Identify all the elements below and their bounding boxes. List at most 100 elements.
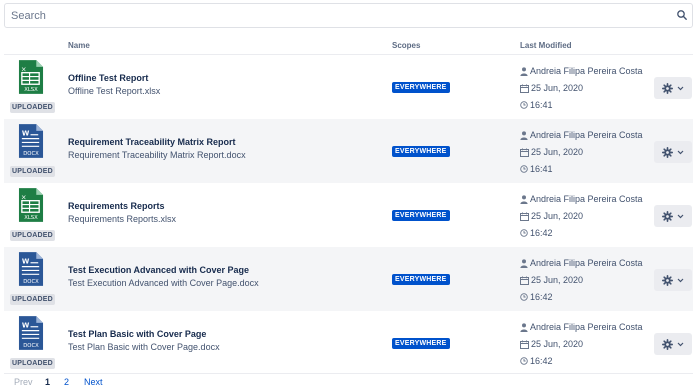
docx-file-icon: W DOCX — [18, 124, 44, 158]
date-text: 25 Jun, 2020 — [531, 211, 584, 221]
file-type-label: XLSX — [24, 215, 38, 221]
time-text: 16:42 — [530, 356, 553, 366]
uploaded-badge: UPLOADED — [10, 358, 55, 369]
search-icon[interactable] — [676, 9, 688, 21]
gear-icon — [662, 338, 673, 350]
calendar-icon — [520, 340, 529, 349]
calendar-icon — [520, 148, 529, 157]
last-modified-date: 25 Jun, 2020 — [520, 339, 583, 349]
scope-badge: EVERYWHERE — [392, 82, 450, 93]
date-text: 25 Jun, 2020 — [531, 339, 584, 349]
last-modified-time: 16:42 — [520, 292, 553, 302]
svg-text:W: W — [22, 130, 30, 138]
row-actions-button[interactable] — [654, 77, 692, 99]
clock-icon — [520, 165, 528, 173]
template-filename: Offline Test Report.xlsx — [68, 86, 161, 96]
last-modified-time: 16:42 — [520, 356, 553, 366]
user-name: Andreia Filipa Pereira Costa — [530, 322, 643, 332]
search-input[interactable] — [5, 4, 692, 27]
template-title[interactable]: Test Plan Basic with Cover Page — [68, 329, 206, 339]
xlsx-file-icon: × XLSX — [18, 60, 44, 94]
template-title[interactable]: Offline Test Report — [68, 73, 148, 83]
last-modified-user: Andreia Filipa Pereira Costa — [520, 66, 643, 76]
search-bar — [4, 3, 693, 28]
row-actions-button[interactable] — [654, 269, 692, 291]
gear-icon — [662, 274, 673, 286]
date-text: 25 Jun, 2020 — [531, 83, 584, 93]
last-modified-time: 16:42 — [520, 228, 553, 238]
file-type-label: XLSX — [24, 87, 38, 93]
pagination-page-2[interactable]: 2 — [64, 377, 69, 387]
clock-icon — [520, 101, 528, 109]
table-row[interactable]: W DOCX UPLOADED Test Execution Advanced … — [4, 247, 693, 311]
calendar-icon — [520, 212, 529, 221]
time-text: 16:41 — [530, 164, 553, 174]
row-actions-button[interactable] — [654, 333, 692, 355]
calendar-icon — [520, 84, 529, 93]
uploaded-badge: UPLOADED — [10, 102, 55, 113]
user-icon — [520, 194, 528, 204]
last-modified-date: 25 Jun, 2020 — [520, 211, 583, 221]
last-modified-user: Andreia Filipa Pereira Costa — [520, 258, 643, 268]
file-type-label: DOCX — [23, 151, 39, 157]
user-name: Andreia Filipa Pereira Costa — [530, 258, 643, 268]
table-bottom-divider — [4, 373, 693, 374]
table-row[interactable]: × XLSX UPLOADED Requirements Reports Req… — [4, 183, 693, 247]
table-row[interactable]: × XLSX UPLOADED Offline Test Report Offl… — [4, 55, 693, 119]
gear-icon — [662, 82, 673, 94]
last-modified-time: 16:41 — [520, 100, 553, 110]
user-name: Andreia Filipa Pereira Costa — [530, 194, 643, 204]
last-modified-date: 25 Jun, 2020 — [520, 147, 583, 157]
chevron-down-icon — [677, 342, 684, 346]
user-name: Andreia Filipa Pereira Costa — [530, 66, 643, 76]
user-icon — [520, 258, 528, 268]
table-row[interactable]: W DOCX UPLOADED Requirement Traceability… — [4, 119, 693, 183]
column-header-name[interactable]: Name — [68, 41, 90, 50]
date-text: 25 Jun, 2020 — [531, 275, 584, 285]
xlsx-file-icon: × XLSX — [18, 188, 44, 222]
template-filename: Test Execution Advanced with Cover Page.… — [68, 278, 259, 288]
uploaded-badge: UPLOADED — [10, 294, 55, 305]
template-title[interactable]: Requirement Traceability Matrix Report — [68, 137, 236, 147]
scope-badge: EVERYWHERE — [392, 210, 450, 221]
pagination-page-1[interactable]: 1 — [45, 377, 50, 387]
last-modified-time: 16:41 — [520, 164, 553, 174]
time-text: 16:41 — [530, 100, 553, 110]
template-filename: Requirements Reports.xlsx — [68, 214, 177, 224]
scope-badge: EVERYWHERE — [392, 338, 450, 349]
table-row[interactable]: W DOCX UPLOADED Test Plan Basic with Cov… — [4, 311, 693, 375]
last-modified-user: Andreia Filipa Pereira Costa — [520, 130, 643, 140]
date-text: 25 Jun, 2020 — [531, 147, 584, 157]
gear-icon — [662, 210, 673, 222]
last-modified-user: Andreia Filipa Pereira Costa — [520, 322, 643, 332]
row-actions-button[interactable] — [654, 141, 692, 163]
template-title[interactable]: Test Execution Advanced with Cover Page — [68, 265, 249, 275]
chevron-down-icon — [677, 278, 684, 282]
last-modified-date: 25 Jun, 2020 — [520, 275, 583, 285]
calendar-icon — [520, 276, 529, 285]
clock-icon — [520, 357, 528, 365]
uploaded-badge: UPLOADED — [10, 166, 55, 177]
template-filename: Test Plan Basic with Cover Page.docx — [68, 342, 220, 352]
svg-text:W: W — [22, 258, 30, 266]
chevron-down-icon — [677, 214, 684, 218]
column-header-scopes[interactable]: Scopes — [392, 41, 420, 50]
uploaded-badge: UPLOADED — [10, 230, 55, 241]
user-icon — [520, 322, 528, 332]
time-text: 16:42 — [530, 228, 553, 238]
user-icon — [520, 130, 528, 140]
row-actions-button[interactable] — [654, 205, 692, 227]
last-modified-user: Andreia Filipa Pereira Costa — [520, 194, 643, 204]
docx-file-icon: W DOCX — [18, 316, 44, 350]
docx-file-icon: W DOCX — [18, 252, 44, 286]
clock-icon — [520, 229, 528, 237]
chevron-down-icon — [677, 86, 684, 90]
last-modified-date: 25 Jun, 2020 — [520, 83, 583, 93]
pagination-prev[interactable]: Prev — [14, 377, 33, 387]
scope-badge: EVERYWHERE — [392, 274, 450, 285]
gear-icon — [662, 146, 673, 158]
template-title[interactable]: Requirements Reports — [68, 201, 165, 211]
pagination-next[interactable]: Next — [84, 377, 103, 387]
file-type-label: DOCX — [23, 279, 39, 285]
column-header-last-modified[interactable]: Last Modified — [520, 41, 572, 50]
